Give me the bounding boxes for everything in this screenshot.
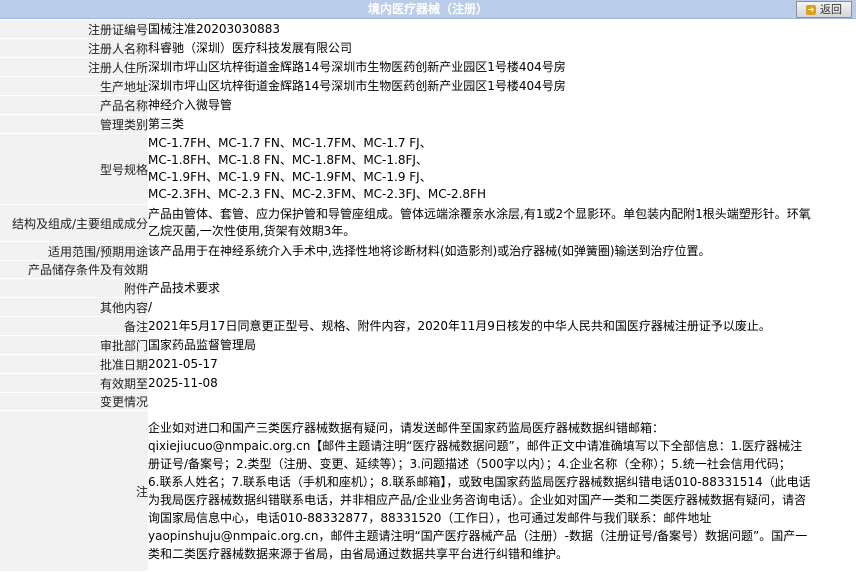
table-row: 备注 2021年5月17日同意更正型号、规格、附件内容，2020年11月9日核发… bbox=[0, 316, 856, 336]
table-row: 批准日期 2021-05-17 bbox=[0, 354, 856, 374]
model-line: MC-1.9FH、MC-1.9 FN、MC-1.9FM、MC-1.9 FJ、 bbox=[148, 170, 432, 184]
table-row: 管理类别 第三类 bbox=[0, 114, 856, 134]
field-label: 注册人名称 bbox=[0, 38, 148, 58]
field-value: 国械注准20203030883 bbox=[148, 20, 856, 39]
table-row: 产品名称 神经介入微导管 bbox=[0, 95, 856, 115]
table-row: 审批部门 国家药品监督管理局 bbox=[0, 335, 856, 355]
field-value-structure: 产品由管体、套管、应力保护管和导管座组成。管体远端涂覆亲水涂层,有1或2个显影环… bbox=[148, 204, 856, 242]
field-label: 生产地址 bbox=[0, 76, 148, 96]
field-label: 审批部门 bbox=[0, 335, 148, 355]
table-row-note: 注 企业如对进口和国产三类医疗器械数据有疑问，请发送邮件至国家药监局医疗器械数据… bbox=[0, 410, 856, 572]
back-arrow-icon: ➜ bbox=[806, 5, 816, 15]
structure-line: 产品由管体、套管、应力保护管和导管座组成。管体远端涂覆亲水涂层,有1或2个显影环… bbox=[148, 207, 811, 221]
table-row: 生产地址 深圳市坪山区坑梓街道金辉路14号深圳市生物医药创新产业园区1号楼404… bbox=[0, 76, 856, 96]
note-line: 询国家局信息中心，电话010-88332877，88331520（工作日），也可… bbox=[148, 511, 712, 525]
note-line: 为我局医疗器械数据纠错联系电话，并非相应产品/企业业务咨询电话）。企业如对国产一… bbox=[148, 493, 807, 507]
field-value: 国家药品监督管理局 bbox=[148, 335, 856, 355]
table-row: 注册人名称 科睿驰（深圳）医疗科技发展有限公司 bbox=[0, 38, 856, 58]
field-value: 2021-05-17 bbox=[148, 354, 856, 374]
table-row-structure: 结构及组成/主要组成成分 产品由管体、套管、应力保护管和导管座组成。管体远端涂覆… bbox=[0, 204, 856, 242]
note-line: 类和二类医疗器械数据来源于省局，由省局通过数据共享平台进行纠错和维护。 bbox=[148, 547, 569, 561]
model-line: MC-1.8FH、MC-1.8 FN、MC-1.8FM、MC-1.8FJ、 bbox=[148, 153, 428, 167]
field-value: 深圳市坪山区坑梓街道金辉路14号深圳市生物医药创新产业园区1号楼404号房 bbox=[148, 76, 856, 96]
note-line: 6.联系人姓名；7.联系电话（手机和座机）；8.联系邮箱】，或致电国家药监局医疗… bbox=[148, 475, 811, 489]
field-label: 注册证编号 bbox=[0, 20, 148, 39]
table-row: 附件 产品技术要求 bbox=[0, 278, 856, 298]
back-button[interactable]: ➜ 返回 bbox=[796, 1, 852, 18]
structure-line: 乙烷灭菌,一次性使用,货架有效期3年。 bbox=[148, 224, 356, 238]
field-label: 有效期至 bbox=[0, 373, 148, 393]
page-title: 境内医疗器械（注册） bbox=[367, 2, 488, 16]
field-label: 附件 bbox=[0, 278, 148, 298]
page-header: 境内医疗器械（注册） ➜ 返回 bbox=[0, 0, 856, 19]
table-row: 变更情况 bbox=[0, 392, 856, 411]
table-row: 注册人住所 深圳市坪山区坑梓街道金辉路14号深圳市生物医药创新产业园区1号楼40… bbox=[0, 57, 856, 77]
field-label: 型号规格 bbox=[0, 133, 148, 205]
field-value bbox=[148, 392, 856, 411]
table-row: 适用范围/预期用途 该产品用于在神经系统介入手术中,选择性地将诊断材料(如造影剂… bbox=[0, 241, 856, 261]
field-label: 变更情况 bbox=[0, 392, 148, 411]
field-value: 2021年5月17日同意更正型号、规格、附件内容，2020年11月9日核发的中华… bbox=[148, 316, 856, 336]
field-label: 注 bbox=[0, 410, 148, 572]
table-row: 产品储存条件及有效期 bbox=[0, 260, 856, 279]
table-row-models: 型号规格 MC-1.7FH、MC-1.7 FN、MC-1.7FM、MC-1.7 … bbox=[0, 133, 856, 205]
detail-table: 注册证编号 国械注准20203030883 注册人名称 科睿驰（深圳）医疗科技发… bbox=[0, 20, 856, 572]
field-value: 第三类 bbox=[148, 114, 856, 134]
field-label: 批准日期 bbox=[0, 354, 148, 374]
field-label: 产品储存条件及有效期 bbox=[0, 260, 148, 279]
model-line: MC-2.3FH、MC-2.3 FN、MC-2.3FM、MC-2.3FJ、MC-… bbox=[148, 187, 486, 201]
note-line: 企业如对进口和国产三类医疗器械数据有疑问，请发送邮件至国家药监局医疗器械数据纠错… bbox=[148, 421, 665, 435]
note-line: qixiejiucuo@nmpaic.org.cn【邮件主题请注明“医疗器械数据… bbox=[148, 439, 803, 453]
field-value-models: MC-1.7FH、MC-1.7 FN、MC-1.7FM、MC-1.7 FJ、 M… bbox=[148, 133, 856, 205]
field-label: 产品名称 bbox=[0, 95, 148, 115]
field-value: 神经介入微导管 bbox=[148, 95, 856, 115]
field-value: 产品技术要求 bbox=[148, 278, 856, 298]
note-line: yaopinshuju@nmpaic.org.cn，邮件主题请注明“国产医疗器械… bbox=[148, 529, 808, 543]
field-value: 科睿驰（深圳）医疗科技发展有限公司 bbox=[148, 38, 856, 58]
field-label: 适用范围/预期用途 bbox=[0, 241, 148, 261]
field-value: 2025-11-08 bbox=[148, 373, 856, 393]
field-label: 注册人住所 bbox=[0, 57, 148, 77]
table-row: 其他内容 / bbox=[0, 297, 856, 317]
field-label: 其他内容 bbox=[0, 297, 148, 317]
field-value: / bbox=[148, 297, 856, 317]
note-line: 册证号/备案号；2.类型（注册、变更、延续等）；3.问题描述（500字以内）；4… bbox=[148, 457, 791, 471]
field-value: 深圳市坪山区坑梓街道金辉路14号深圳市生物医药创新产业园区1号楼404号房 bbox=[148, 57, 856, 77]
field-value-note: 企业如对进口和国产三类医疗器械数据有疑问，请发送邮件至国家药监局医疗器械数据纠错… bbox=[148, 410, 856, 572]
table-row: 注册证编号 国械注准20203030883 bbox=[0, 20, 856, 39]
field-label: 管理类别 bbox=[0, 114, 148, 134]
model-line: MC-1.7FH、MC-1.7 FN、MC-1.7FM、MC-1.7 FJ、 bbox=[148, 136, 432, 150]
field-label: 结构及组成/主要组成成分 bbox=[0, 204, 148, 242]
field-value: 该产品用于在神经系统介入手术中,选择性地将诊断材料(如造影剂)或治疗器械(如弹簧… bbox=[148, 241, 856, 261]
field-value bbox=[148, 260, 856, 279]
field-label: 备注 bbox=[0, 316, 148, 336]
back-button-label: 返回 bbox=[820, 3, 842, 16]
table-row: 有效期至 2025-11-08 bbox=[0, 373, 856, 393]
